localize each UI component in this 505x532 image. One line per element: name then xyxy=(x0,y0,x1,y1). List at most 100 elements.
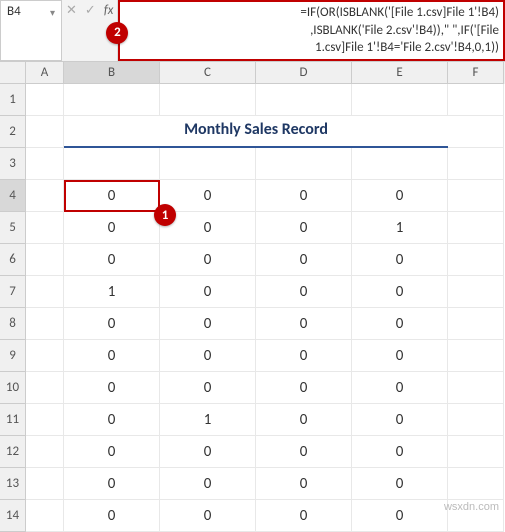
cell[interactable]: 0 xyxy=(352,244,448,276)
title-cell[interactable]: Monthly Sales Record xyxy=(64,116,448,148)
cell[interactable] xyxy=(64,84,160,116)
cell[interactable] xyxy=(448,116,504,148)
cell[interactable]: 0 xyxy=(64,468,160,500)
cell[interactable] xyxy=(448,276,504,308)
cell[interactable]: 0 xyxy=(160,500,256,532)
cell[interactable] xyxy=(352,84,448,116)
cell[interactable] xyxy=(26,340,64,372)
cell[interactable]: 0 xyxy=(64,244,160,276)
cell[interactable] xyxy=(26,84,64,116)
cell[interactable] xyxy=(26,468,64,500)
cell[interactable]: 1 xyxy=(64,276,160,308)
cell[interactable] xyxy=(448,372,504,404)
row-header[interactable]: 9 xyxy=(0,340,26,372)
cell[interactable] xyxy=(26,212,64,244)
cell[interactable]: 0 xyxy=(64,500,160,532)
name-box-dropdown-icon[interactable]: ▾ xyxy=(50,4,55,19)
row-header[interactable]: 4 xyxy=(0,180,26,212)
cell[interactable] xyxy=(448,404,504,436)
cell[interactable] xyxy=(448,148,504,180)
cell[interactable]: 0 xyxy=(64,212,160,244)
row-header[interactable]: 7 xyxy=(0,276,26,308)
name-box[interactable]: B4 ▾ xyxy=(0,0,62,61)
cell[interactable] xyxy=(26,436,64,468)
cell[interactable] xyxy=(448,84,504,116)
cell[interactable]: 0 xyxy=(64,340,160,372)
cell[interactable]: 0 xyxy=(256,404,352,436)
formula-input[interactable]: =IF(OR(ISBLANK('[File 1.csv]File 1'!B4) … xyxy=(118,0,505,61)
cell[interactable] xyxy=(26,308,64,340)
cell[interactable]: 0 xyxy=(352,404,448,436)
grid-body[interactable]: Monthly Sales Record 1 0000 0001 0000 10… xyxy=(26,84,505,532)
cell[interactable] xyxy=(448,212,504,244)
cell[interactable] xyxy=(26,276,64,308)
cancel-icon[interactable]: ✕ xyxy=(66,3,77,18)
cell[interactable] xyxy=(256,84,352,116)
cell[interactable] xyxy=(352,148,448,180)
cell[interactable]: 1 xyxy=(160,404,256,436)
cell[interactable] xyxy=(26,116,64,148)
cell[interactable] xyxy=(448,468,504,500)
row-header[interactable]: 11 xyxy=(0,404,26,436)
col-header[interactable]: F xyxy=(448,62,504,84)
cell[interactable]: 0 xyxy=(160,244,256,276)
cell[interactable]: 0 xyxy=(352,276,448,308)
cell[interactable] xyxy=(448,244,504,276)
row-header[interactable]: 14 xyxy=(0,500,26,532)
row-header[interactable]: 10 xyxy=(0,372,26,404)
row-header[interactable]: 5 xyxy=(0,212,26,244)
cell[interactable]: 0 xyxy=(64,308,160,340)
cell[interactable] xyxy=(64,148,160,180)
row-header[interactable]: 1 xyxy=(0,84,26,116)
cell[interactable]: 0 xyxy=(352,436,448,468)
col-header[interactable]: B xyxy=(64,62,160,84)
col-header[interactable]: A xyxy=(26,62,64,84)
col-header[interactable]: E xyxy=(352,62,448,84)
cell[interactable] xyxy=(26,404,64,436)
row-header[interactable]: 13 xyxy=(0,468,26,500)
cell[interactable]: 1 xyxy=(352,212,448,244)
cell[interactable]: 0 xyxy=(64,404,160,436)
cell[interactable] xyxy=(160,148,256,180)
cell[interactable]: 0 xyxy=(256,308,352,340)
row-header[interactable]: 6 xyxy=(0,244,26,276)
cell[interactable]: 0 xyxy=(64,372,160,404)
row-header[interactable]: 12 xyxy=(0,436,26,468)
cell[interactable] xyxy=(26,500,64,532)
col-header[interactable]: C xyxy=(160,62,256,84)
cell[interactable]: 0 xyxy=(160,468,256,500)
cell[interactable]: 0 xyxy=(160,180,256,212)
cell[interactable]: 0 xyxy=(256,468,352,500)
cell[interactable]: 0 xyxy=(160,308,256,340)
cell[interactable]: 0 xyxy=(352,500,448,532)
cell[interactable] xyxy=(26,372,64,404)
cell[interactable]: 0 xyxy=(160,340,256,372)
cell[interactable]: 0 xyxy=(256,180,352,212)
enter-icon[interactable]: ✓ xyxy=(85,3,96,18)
cell[interactable]: 0 xyxy=(352,372,448,404)
cell[interactable] xyxy=(448,436,504,468)
cell[interactable]: 0 xyxy=(256,500,352,532)
fx-icon[interactable]: fx xyxy=(104,3,114,18)
row-header[interactable]: 3 xyxy=(0,148,26,180)
cell[interactable]: 0 xyxy=(64,436,160,468)
cell[interactable]: 0 xyxy=(256,436,352,468)
cell[interactable]: 0 xyxy=(160,372,256,404)
cell[interactable]: 0 xyxy=(352,340,448,372)
cell[interactable] xyxy=(26,180,64,212)
cell[interactable] xyxy=(448,308,504,340)
cell[interactable] xyxy=(448,340,504,372)
select-all-corner[interactable] xyxy=(0,62,26,84)
cell[interactable]: 0 xyxy=(256,340,352,372)
cell[interactable] xyxy=(448,180,504,212)
cell[interactable]: 0 xyxy=(352,308,448,340)
cell[interactable]: 0 xyxy=(352,180,448,212)
cell[interactable] xyxy=(160,84,256,116)
cell[interactable]: 0 xyxy=(256,372,352,404)
row-header[interactable]: 8 xyxy=(0,308,26,340)
cell[interactable]: 0 xyxy=(64,180,160,212)
cell[interactable]: 0 xyxy=(256,212,352,244)
cell[interactable]: 0 xyxy=(160,276,256,308)
row-header[interactable]: 2 xyxy=(0,116,26,148)
cell[interactable]: 0 xyxy=(256,244,352,276)
